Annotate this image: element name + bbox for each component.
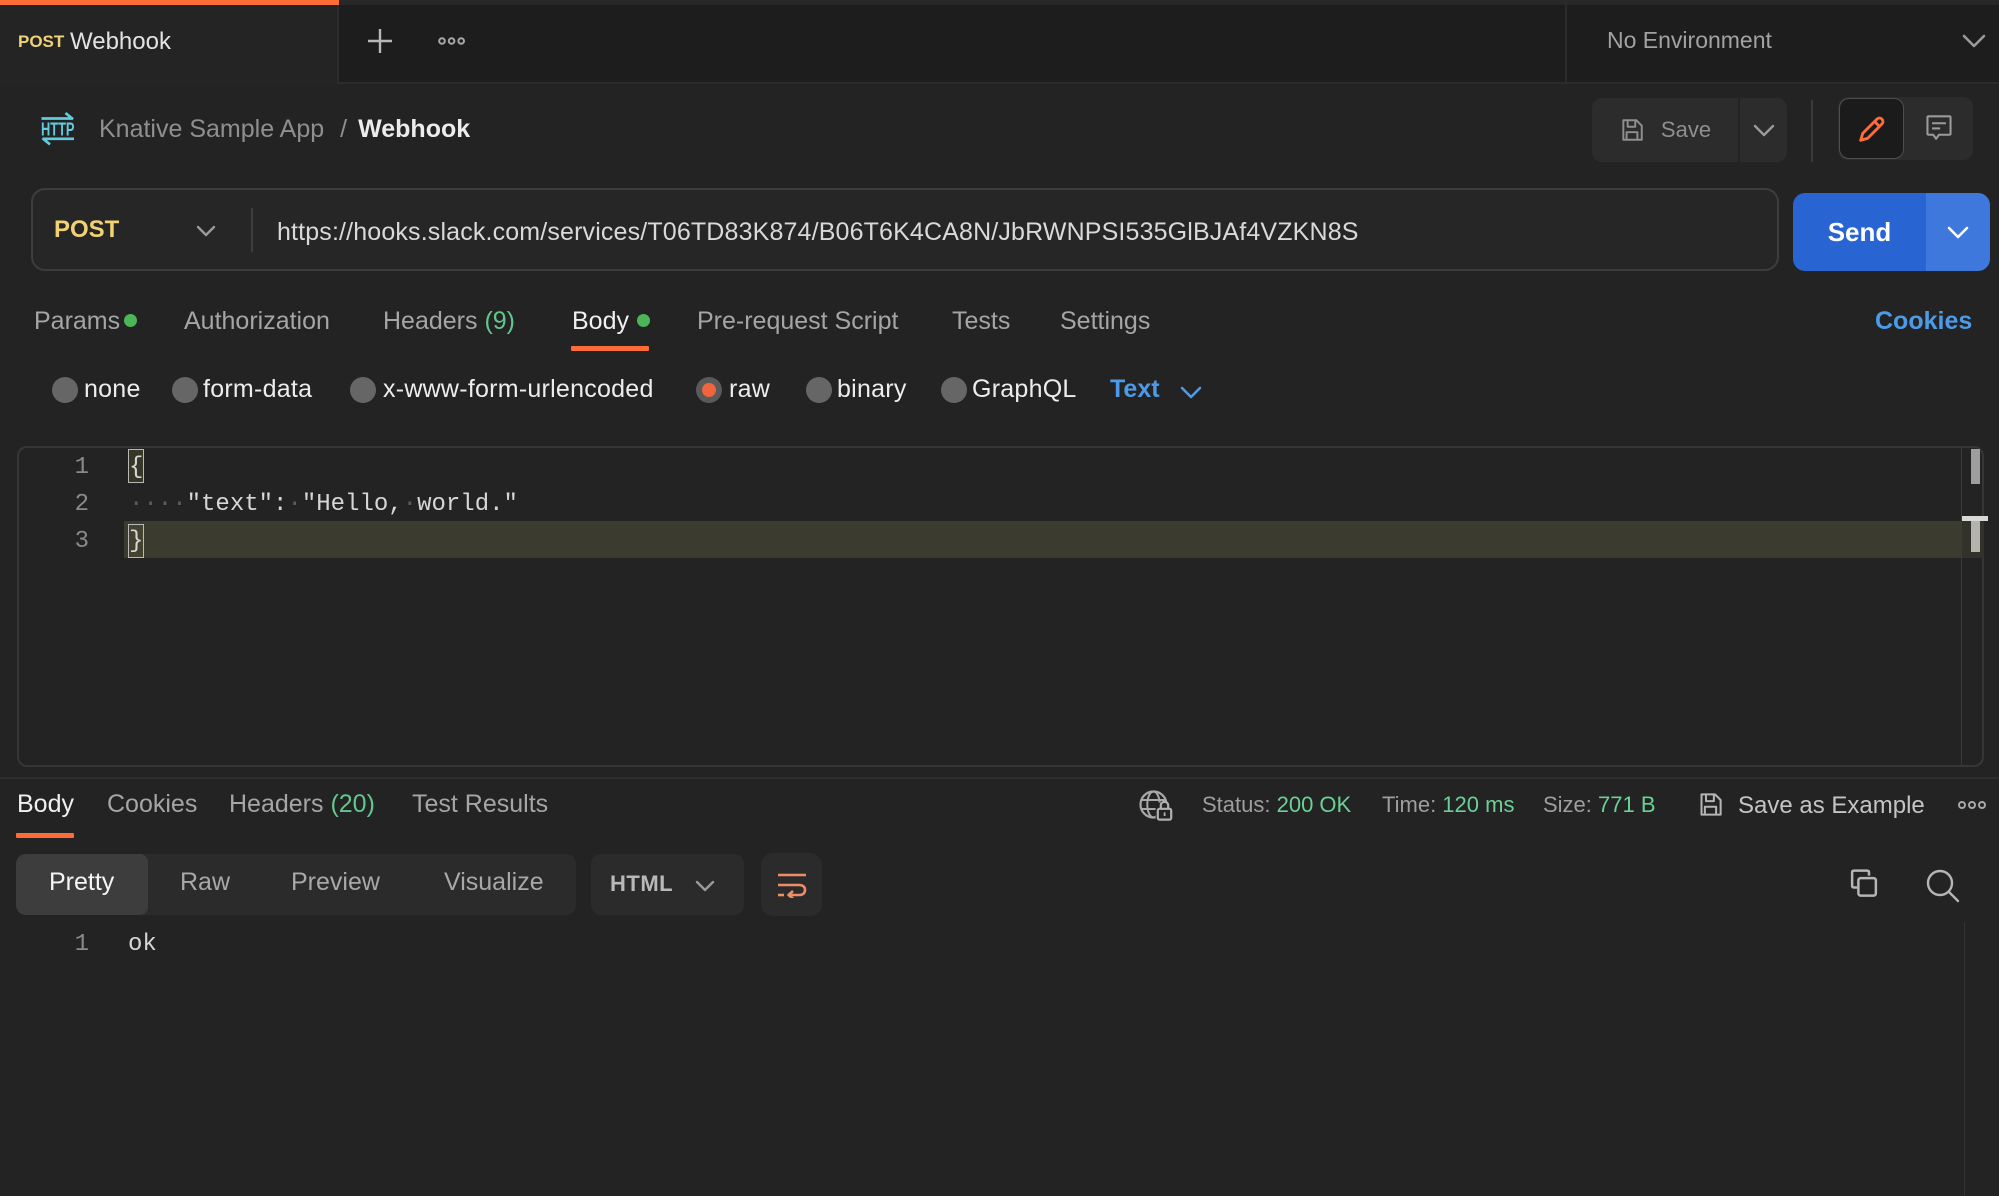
svg-text:HTTP: HTTP [41,119,75,140]
